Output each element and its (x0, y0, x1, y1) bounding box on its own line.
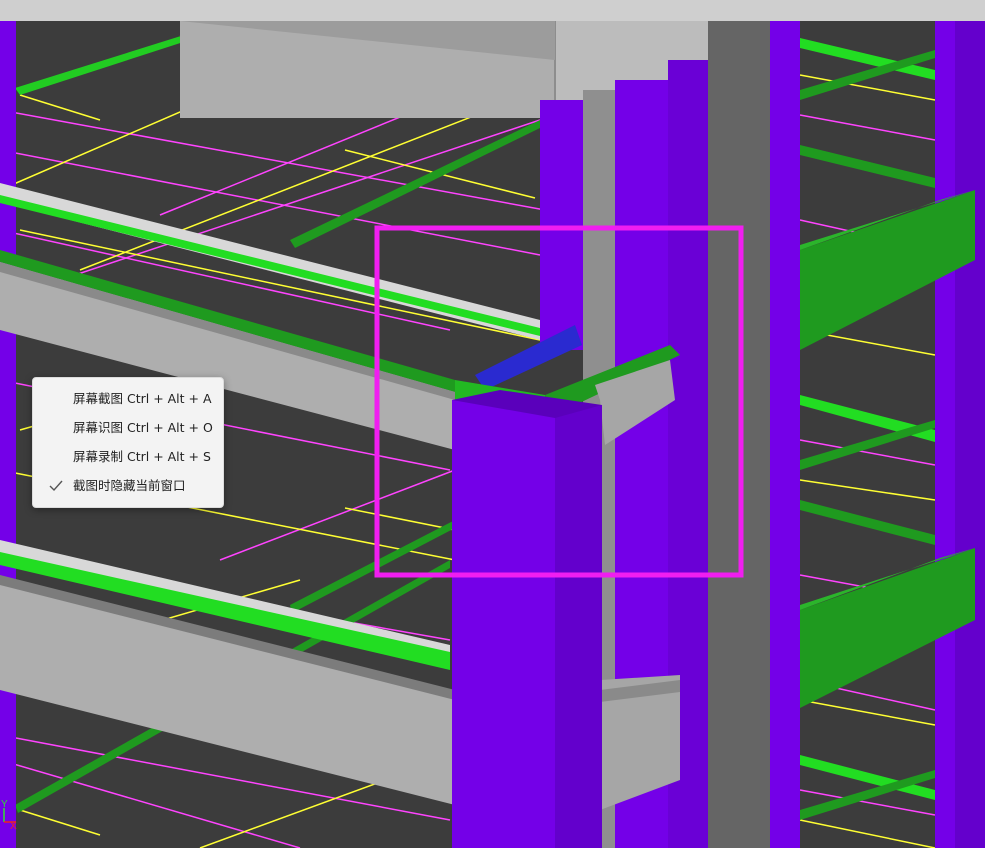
menu-item-screen-capture[interactable]: 屏幕截图 Ctrl + Alt + A (33, 384, 223, 413)
menu-item-label: 截图时隐藏当前窗口 (73, 478, 186, 493)
axis-triad: Y X (0, 796, 20, 832)
main-column (452, 390, 602, 848)
menu-item-label: 屏幕截图 Ctrl + Alt + A (73, 391, 212, 406)
checkmark-icon (49, 471, 65, 500)
window-top-bar (0, 0, 985, 22)
x-axis-label: X (10, 821, 17, 832)
left-column (0, 21, 16, 848)
y-axis-label: Y (1, 799, 8, 810)
menu-item-screen-recording[interactable]: 屏幕录制 Ctrl + Alt + S (33, 442, 223, 471)
menu-item-label: 屏幕识图 Ctrl + Alt + O (73, 420, 213, 435)
menu-item-screen-recognition[interactable]: 屏幕识图 Ctrl + Alt + O (33, 413, 223, 442)
menu-item-hide-window-on-capture[interactable]: 截图时隐藏当前窗口 (33, 471, 223, 500)
screenshot-context-menu: 屏幕截图 Ctrl + Alt + A 屏幕识图 Ctrl + Alt + O … (32, 377, 224, 508)
menu-item-label: 屏幕录制 Ctrl + Alt + S (73, 449, 211, 464)
